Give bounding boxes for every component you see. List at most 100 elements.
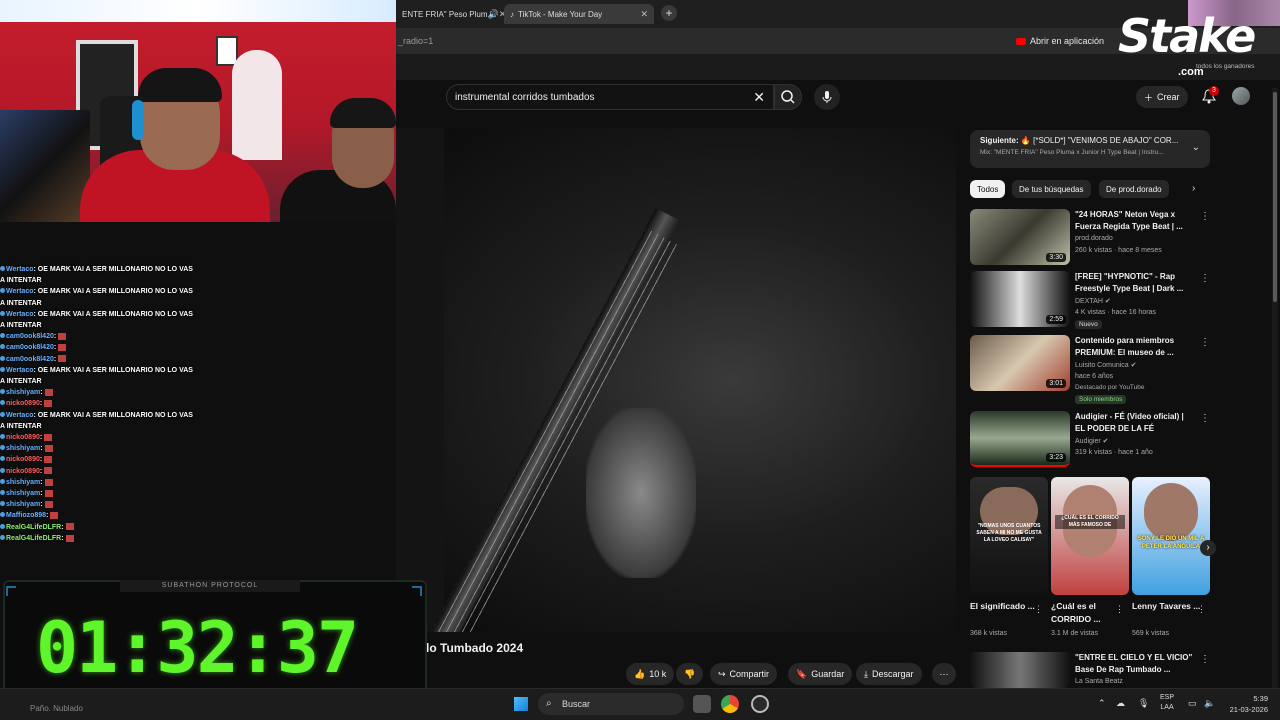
recommended-video[interactable]: 2:59 [FREE] "HYPNOTIC" - Rap Freestyle T…: [970, 271, 1210, 331]
kebab-menu-icon[interactable]: ⋮: [1200, 273, 1210, 284]
recommended-video[interactable]: 3:23 Audigier - FÉ (Video oficial) | EL …: [970, 411, 1210, 471]
video-thumbnail[interactable]: 2:59: [970, 271, 1070, 327]
new-tab-button[interactable]: +: [661, 5, 677, 21]
video-title[interactable]: Audigier - FÉ (Video oficial) | EL PODER…: [1075, 411, 1195, 435]
up-next-panel[interactable]: Siguiente: 🔥 [*SOLD*] "VENIMOS DE ABAJO"…: [970, 130, 1210, 168]
windows-start-icon[interactable]: [514, 697, 528, 711]
recommended-video[interactable]: 3:30 "24 HORAS" Neton Vega x Fuerza Regi…: [970, 209, 1210, 269]
weather-widget[interactable]: Paño. Nublado: [30, 704, 83, 713]
chat-username: Wertaco: [6, 310, 34, 318]
channel-name[interactable]: La Santa Beatz: [1075, 678, 1123, 685]
chat-message-continued: A INTENTAR: [0, 277, 42, 285]
chat-text: :: [53, 344, 57, 352]
chrome-icon[interactable]: [721, 695, 739, 713]
chat-message: nicko0890:: [0, 432, 200, 443]
timer-header: SUBATHON PROTOCOL: [120, 580, 300, 592]
chip-de-prod-dorado[interactable]: De prod.dorado: [1099, 180, 1169, 198]
video-thumbnail[interactable]: 3:01: [970, 335, 1070, 391]
kebab-menu-icon[interactable]: ⋮: [1197, 604, 1206, 615]
video-title[interactable]: "24 HORAS" Neton Vega x Fuerza Regida Ty…: [1075, 209, 1195, 233]
obs-icon[interactable]: [751, 695, 769, 713]
kebab-menu-icon[interactable]: ⋮: [1200, 211, 1210, 222]
channel-name[interactable]: Audigier ✔: [1075, 437, 1109, 445]
kebab-menu-icon[interactable]: ⋮: [1200, 654, 1210, 665]
streamer-hair: [138, 68, 222, 102]
voice-search-button[interactable]: [814, 84, 840, 110]
chevron-right-icon[interactable]: ›: [1200, 540, 1216, 556]
chat-message: Wertaco: OE MARK VAI A SER MILLONARIO NO…: [0, 365, 200, 376]
open-in-app-button[interactable]: Abrir en aplicación: [1016, 33, 1104, 49]
chevron-up-icon[interactable]: ⌃: [1098, 698, 1106, 709]
create-button[interactable]: ＋ Crear: [1136, 86, 1188, 108]
tab-youtube[interactable]: ENTE FRIA" Peso Plum 🔊 ✕: [396, 4, 506, 24]
chip-de-tus-busquedas[interactable]: De tus búsquedas: [1012, 180, 1091, 198]
search-button[interactable]: [774, 84, 802, 110]
save-button[interactable]: 🔖 Guardar: [788, 663, 853, 685]
short-thumbnail[interactable]: SONY LE DIÓ UN MIL A PETER LA ANGUILA: [1132, 477, 1210, 595]
user-badge-icon: [0, 310, 5, 316]
account-avatar[interactable]: [1232, 87, 1250, 105]
kebab-menu-icon[interactable]: ⋮: [1200, 337, 1210, 348]
url-text[interactable]: _radio=1: [398, 36, 433, 46]
chevron-down-icon[interactable]: ⌄: [1192, 142, 1200, 153]
clear-search-icon[interactable]: ✕: [753, 89, 765, 106]
short-thumbnail[interactable]: ¿CUÁL ES EL CORRIDO MÁS FAMOSO DE: [1051, 477, 1129, 595]
user-badge-icon: [0, 445, 5, 451]
video-thumbnail[interactable]: 3:23: [970, 411, 1070, 467]
user-badge-icon: [0, 534, 5, 540]
video-thumbnail[interactable]: [970, 652, 1070, 688]
chat-username: nicko0890: [6, 434, 40, 442]
video-thumbnail[interactable]: 3:30: [970, 209, 1070, 265]
more-actions-button[interactable]: ⋯: [932, 663, 956, 685]
chat-text: : OE MARK VAI A SER MILLONARIO NO LO VAS: [33, 411, 193, 419]
search-icon: [781, 90, 795, 104]
keyboard-layout: LAA: [1160, 704, 1174, 711]
tab-tiktok[interactable]: ♪ TikTok - Make Your Day ✕: [504, 4, 654, 24]
download-button[interactable]: ⤓ Descargar: [856, 663, 922, 685]
chat-username: Maffiozo898: [6, 512, 47, 520]
guitar-hand: [586, 408, 696, 578]
share-button[interactable]: ↪ Compartir: [710, 663, 778, 685]
task-view-icon[interactable]: [693, 695, 711, 713]
video-title[interactable]: "ENTRE EL CIELO Y EL VICIO" Base De Rap …: [1075, 652, 1195, 676]
microphone-icon[interactable]: 🎙: [1138, 698, 1149, 709]
recommended-video[interactable]: "ENTRE EL CIELO Y EL VICIO" Base De Rap …: [970, 652, 1210, 688]
guest-hair: [330, 98, 396, 128]
close-icon[interactable]: ✕: [640, 9, 648, 20]
cloud-icon[interactable]: ☁: [1116, 698, 1125, 709]
scrollbar-thumb[interactable]: [1273, 92, 1277, 302]
network-icon[interactable]: ▭: [1188, 698, 1197, 709]
short-views: 569 k vistas: [1132, 630, 1169, 637]
chat-text: :: [39, 434, 43, 442]
search-input[interactable]: instrumental corridos tumbados ✕: [446, 84, 774, 110]
taskbar-search[interactable]: ⌕ Buscar: [538, 693, 684, 715]
dislike-button[interactable]: 👎: [676, 663, 704, 685]
video-title[interactable]: Contenido para miembros PREMIUM: El muse…: [1075, 335, 1195, 359]
chevron-right-icon[interactable]: ›: [1192, 183, 1195, 194]
user-badge-icon: [0, 490, 5, 496]
save-label: Guardar: [811, 669, 845, 679]
clock[interactable]: 5:39 21-03-2026: [1222, 693, 1268, 715]
short-thumbnail[interactable]: "NOMAS UNOS CUANTOS SABEN A MI NO ME GUS…: [970, 477, 1048, 595]
search-query[interactable]: instrumental corridos tumbados: [455, 92, 595, 103]
kebab-menu-icon[interactable]: ⋮: [1034, 604, 1043, 615]
video-title[interactable]: [FREE] "HYPNOTIC" - Rap Freestyle Type B…: [1075, 271, 1195, 295]
channel-name[interactable]: prod.dorado: [1075, 235, 1113, 242]
kebab-menu-icon[interactable]: ⋮: [1115, 604, 1124, 615]
channel-name[interactable]: Luisito Comunica ✔: [1075, 361, 1137, 369]
like-button[interactable]: 👍 10 k: [626, 663, 675, 685]
emote-icon: [44, 444, 53, 452]
channel-name-text: Luisito Comunica: [1075, 362, 1129, 369]
chat-username: shishiyam: [6, 490, 41, 498]
channel-name[interactable]: DEXTAH ✔: [1075, 297, 1111, 305]
kebab-menu-icon[interactable]: ⋮: [1200, 413, 1210, 424]
video-duration: 3:23: [1046, 453, 1066, 462]
language-indicator[interactable]: ESP LAA: [1160, 693, 1174, 713]
new-badge: Nuevo: [1075, 320, 1102, 329]
chip-todos[interactable]: Todos: [970, 180, 1006, 198]
recommended-video[interactable]: 3:01 Contenido para miembros PREMIUM: El…: [970, 335, 1210, 404]
video-player[interactable]: [396, 128, 956, 632]
like-count: 10 k: [649, 669, 667, 679]
volume-icon[interactable]: 🔈: [1204, 698, 1215, 709]
chat-message: Wertaco: OE MARK VAI A SER MILLONARIO NO…: [0, 264, 200, 275]
